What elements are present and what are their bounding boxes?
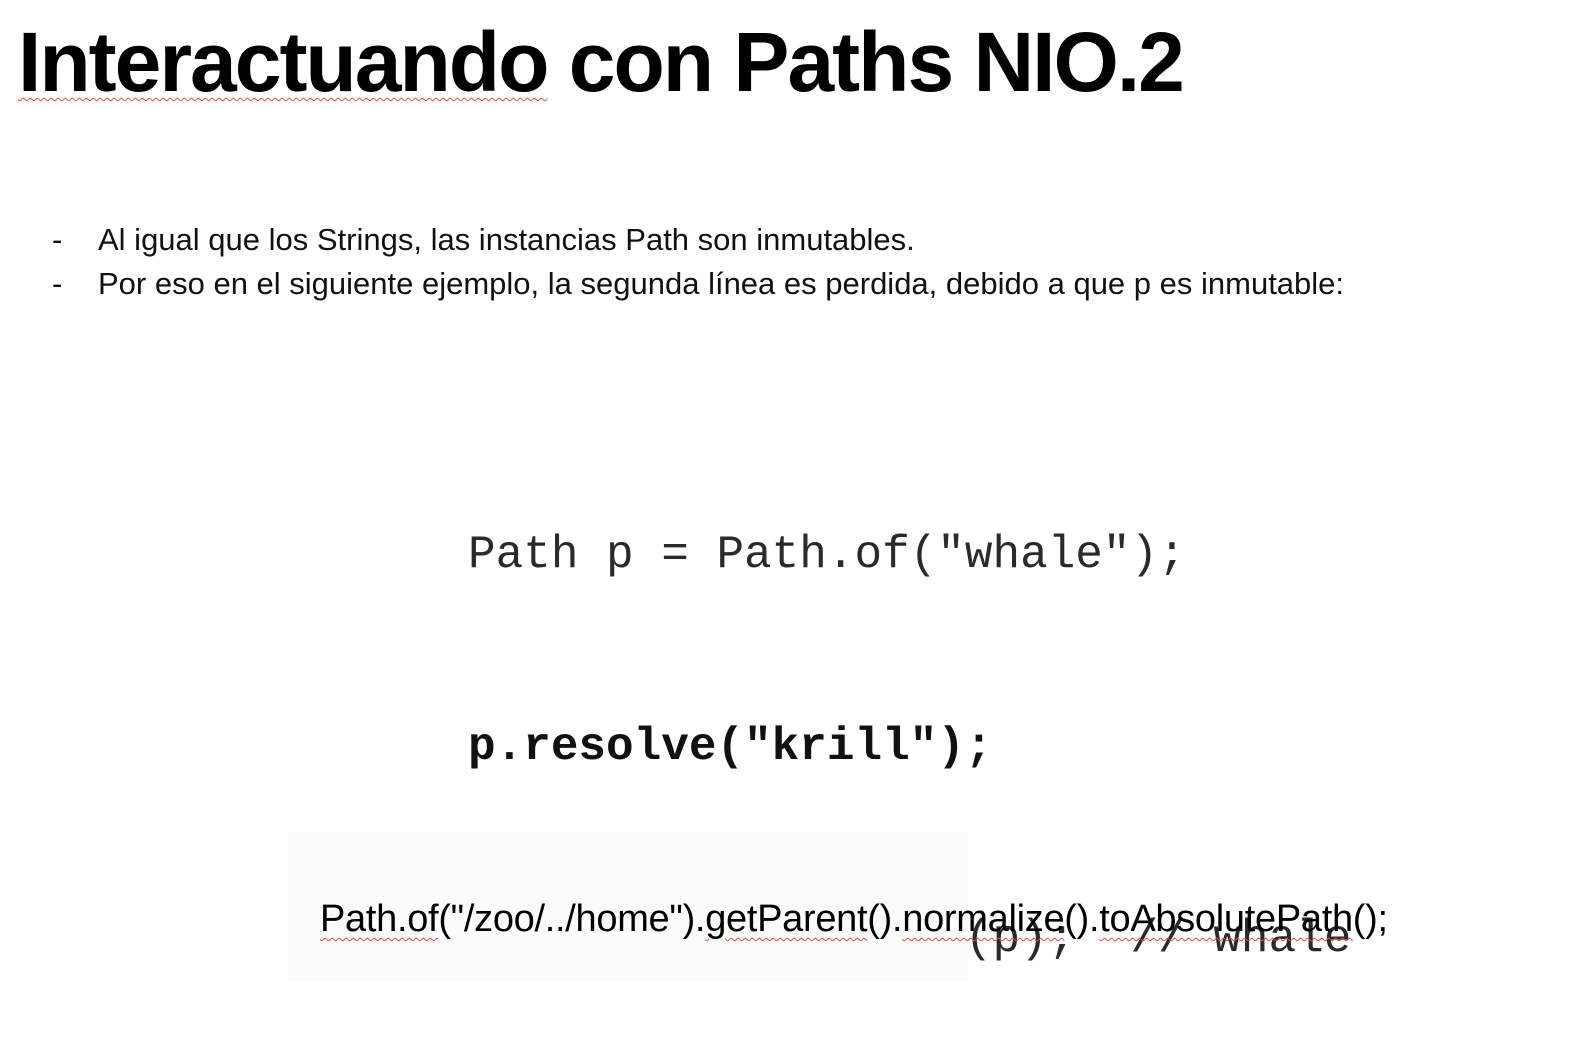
bottom-code-get-parent: getParent bbox=[705, 898, 868, 940]
bullet-marker: - bbox=[52, 222, 63, 257]
bottom-code-to-absolute-path: toAbsolutePath bbox=[1099, 898, 1353, 940]
bullet-item: - Al igual que los Strings, las instanci… bbox=[48, 218, 1344, 262]
slide-title: Interactuando con Paths NIO.2 bbox=[18, 12, 1185, 113]
bullet-text: Por eso en el siguiente ejemplo, la segu… bbox=[98, 266, 1345, 301]
bullet-item: - Por eso en el siguiente ejemplo, la se… bbox=[48, 262, 1344, 306]
bottom-code-paren-1: (). bbox=[867, 898, 903, 940]
code-line-resolve: p.resolve("krill"); bbox=[468, 721, 993, 773]
code-line-declaration: Path p = Path.of("whale"); bbox=[468, 529, 1186, 581]
bullet-marker: - bbox=[52, 266, 63, 301]
bullet-text: Al igual que los Strings, las instancias… bbox=[98, 222, 915, 257]
bottom-code-paren-3: (); bbox=[1352, 898, 1388, 940]
title-rest: con Paths NIO.2 bbox=[547, 15, 1185, 109]
title-word-underlined: Interactuando bbox=[18, 15, 549, 109]
bottom-code-line: Path.of("/zoo/../home").getParent().norm… bbox=[320, 894, 1388, 944]
bullet-list: - Al igual que los Strings, las instanci… bbox=[48, 218, 1344, 306]
bottom-code-path-of: Path.of bbox=[320, 898, 439, 940]
bottom-code-normalize: normalize bbox=[902, 898, 1065, 940]
bottom-code-argument: ("/zoo/../home"). bbox=[438, 898, 706, 940]
bottom-code-paren-2: (). bbox=[1064, 898, 1100, 940]
